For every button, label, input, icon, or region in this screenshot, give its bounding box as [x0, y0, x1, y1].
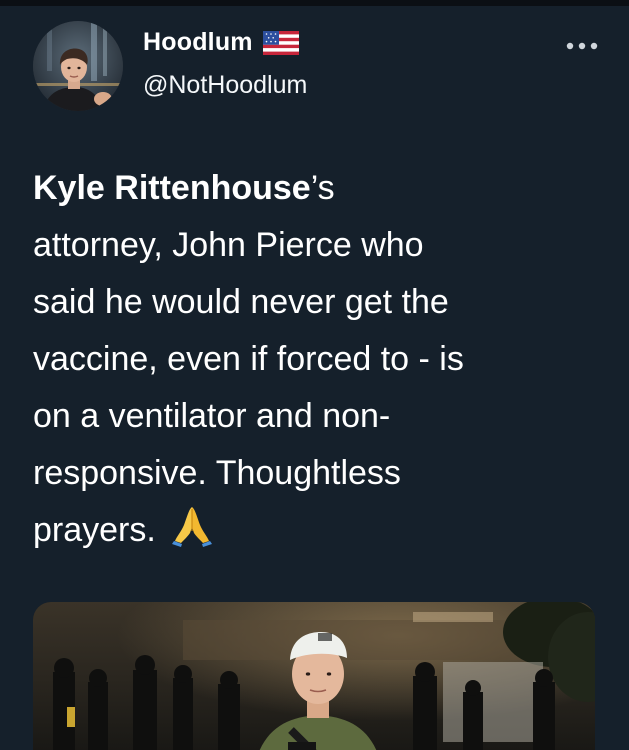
- author-name-row[interactable]: Hoodlum: [143, 28, 299, 57]
- tweet-line-5: on a ventilator and non-: [33, 397, 391, 435]
- tweet-media[interactable]: [33, 602, 595, 750]
- tweet-line-1: Kyle Rittenhouse’s: [33, 160, 603, 217]
- top-edge: [0, 0, 629, 6]
- handle[interactable]: @NotHoodlum: [143, 71, 307, 100]
- tweet-line-7-text: prayers.: [33, 511, 156, 549]
- us-flag-icon: [262, 30, 299, 55]
- media-photo: [33, 602, 595, 750]
- more-options-button[interactable]: [560, 34, 604, 58]
- tweet-card: Hoodlum @NotHoodlum Kyle Rittenhouse’s a…: [0, 0, 629, 750]
- ellipsis-icon: [566, 42, 598, 50]
- display-name[interactable]: Hoodlum: [143, 28, 253, 57]
- avatar[interactable]: [33, 21, 123, 111]
- tweet-line-6: responsive. Thoughtless: [33, 454, 401, 492]
- tweet-text: Kyle Rittenhouse’s attorney, John Pierce…: [33, 160, 603, 559]
- folded-hands-icon: [170, 503, 214, 547]
- tweet-line-1-rest: ’s: [310, 169, 335, 207]
- tweet-line-2: attorney, John Pierce who: [33, 226, 424, 264]
- mentioned-name: Kyle Rittenhouse: [33, 169, 311, 207]
- tweet-line-4: vaccine, even if forced to - is: [33, 340, 464, 378]
- avatar-image: [33, 21, 123, 111]
- tweet-line-7: prayers.: [33, 502, 603, 559]
- tweet-line-3: said he would never get the: [33, 283, 449, 321]
